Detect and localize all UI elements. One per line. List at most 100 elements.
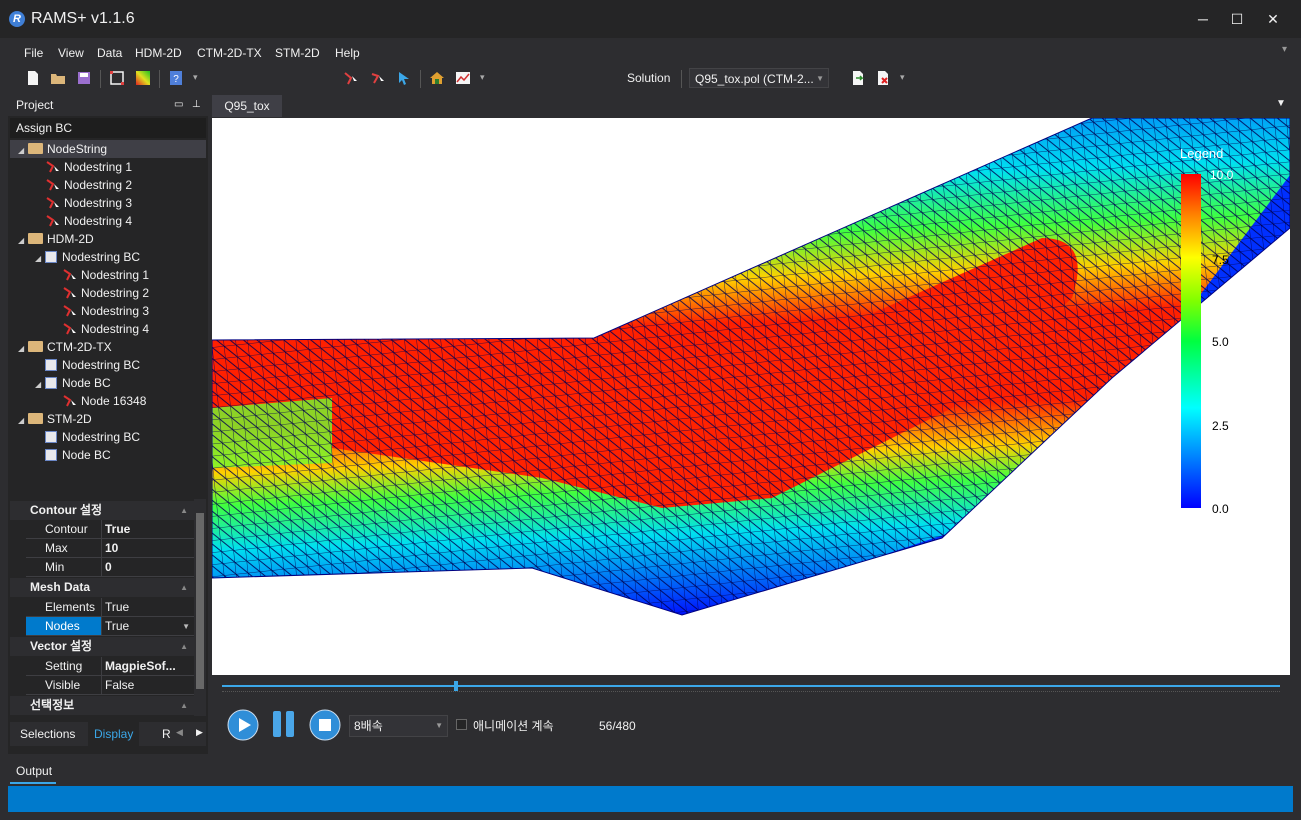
bc-list-icon: [45, 359, 57, 371]
timeline-track[interactable]: [222, 685, 1280, 687]
contour-plot[interactable]: [212, 118, 1290, 675]
delete-solution-icon[interactable]: [875, 70, 891, 86]
tree-item-nodestring-folder[interactable]: ◢ NodeString: [10, 140, 206, 158]
help-book-icon[interactable]: ?: [168, 70, 184, 86]
doc-tab-list-icon[interactable]: ▼: [1276, 98, 1286, 109]
collapse-icon[interactable]: ▲: [180, 696, 188, 715]
collapse-icon[interactable]: ▲: [180, 637, 188, 656]
property-grid: Contour 설정 ▲ Contour True Max 10 Min 0 Mesh …: [10, 499, 194, 716]
category-mesh-data[interactable]: Mesh Data ▲: [10, 578, 194, 597]
speed-dropdown[interactable]: 8배속 ▼: [349, 715, 448, 737]
prop-setting[interactable]: Setting MagpieSof...: [26, 657, 194, 676]
output-tab[interactable]: Output: [16, 764, 52, 778]
prop-elements[interactable]: Elements True: [26, 598, 194, 617]
toolbar-overflow-icon[interactable]: ▾: [480, 72, 485, 83]
tree-item-nodestring-bc[interactable]: Nodestring BC: [45, 356, 140, 374]
contour-color-icon[interactable]: [135, 70, 151, 86]
tree-item-label: Node BC: [62, 376, 111, 390]
tab-scroll-right-icon[interactable]: ▶: [196, 727, 203, 738]
tree-item-node-bc[interactable]: ◢ Node BC: [35, 374, 111, 392]
category-vector[interactable]: Vector 설정 ▲: [10, 637, 194, 656]
tree-item-nodestring[interactable]: Nodestring 4: [46, 212, 132, 230]
category-selection-info[interactable]: 선택정보 ▲: [10, 696, 194, 715]
expander-icon[interactable]: ◢: [18, 232, 28, 250]
tree-item-ctm-2d-tx-folder[interactable]: ◢ CTM-2D-TX: [18, 338, 112, 356]
prop-max[interactable]: Max 10: [26, 539, 194, 558]
document-tab[interactable]: Q95_tox: [212, 95, 282, 117]
tree-item-label: HDM-2D: [47, 232, 94, 246]
prop-min[interactable]: Min 0: [26, 558, 194, 577]
pin-icon[interactable]: ⊥: [192, 94, 201, 116]
category-contour[interactable]: Contour 설정 ▲: [10, 501, 194, 520]
tree-item-nodestring[interactable]: Nodestring 2: [63, 284, 149, 302]
solution-dropdown[interactable]: Q95_tox.pol (CTM-2... ▼: [689, 68, 829, 88]
prop-visible[interactable]: Visible False: [26, 676, 194, 695]
tree-item-nodestring-bc[interactable]: Nodestring BC: [45, 428, 140, 446]
graph-icon[interactable]: [455, 70, 471, 86]
project-panel-header: Project ▭ ⊥: [8, 94, 208, 116]
tab-selections[interactable]: Selections: [20, 727, 75, 741]
tree-item-nodestring[interactable]: Nodestring 1: [46, 158, 132, 176]
chevron-down-icon[interactable]: ▼: [182, 617, 190, 636]
menu-overflow-icon[interactable]: ▾: [1282, 44, 1287, 55]
menu-hdm-2d[interactable]: HDM-2D: [135, 46, 182, 60]
toolbar-separator: [420, 70, 421, 88]
play-icon[interactable]: [227, 709, 259, 741]
tab-r[interactable]: R: [162, 727, 171, 741]
tree-item-stm-2d-folder[interactable]: ◢ STM-2D: [18, 410, 92, 428]
tab-display[interactable]: Display: [88, 722, 140, 746]
tree-item-hdm-2d-folder[interactable]: ◢ HDM-2D: [18, 230, 94, 248]
nodestring-tool-icon[interactable]: [343, 70, 359, 86]
float-panel-icon[interactable]: ▭: [174, 94, 183, 116]
export-icon[interactable]: [850, 70, 866, 86]
tab-scroll-left-icon[interactable]: ◀: [176, 727, 183, 738]
home-view-icon[interactable]: [429, 70, 445, 86]
menu-help[interactable]: Help: [335, 46, 360, 60]
prop-value: True: [105, 522, 131, 536]
expander-icon[interactable]: ◢: [35, 376, 45, 394]
menu-file[interactable]: File: [24, 46, 43, 60]
timeline-slider-thumb[interactable]: [453, 681, 458, 691]
maximize-button[interactable]: ☐: [1220, 6, 1254, 32]
mesh-viewport[interactable]: Legend 10.0 7.5 5.0 2.5 0.0: [212, 118, 1290, 675]
toolbar-overflow-icon[interactable]: ▾: [193, 72, 198, 83]
tree-item-label: Nodestring BC: [62, 358, 141, 372]
expander-icon[interactable]: ◢: [18, 142, 28, 160]
open-folder-icon[interactable]: [50, 70, 66, 86]
tree-item-nodestring[interactable]: Nodestring 3: [63, 302, 149, 320]
new-file-icon[interactable]: [25, 70, 41, 86]
collapse-icon[interactable]: ▲: [180, 578, 188, 597]
window-title: RAMS+ v1.1.6: [31, 10, 135, 27]
pause-icon[interactable]: [270, 709, 298, 739]
collapse-icon[interactable]: ▲: [180, 501, 188, 520]
menu-stm-2d[interactable]: STM-2D: [275, 46, 320, 60]
expander-icon[interactable]: ◢: [18, 412, 28, 430]
tree-spacer: [10, 466, 206, 494]
scrollbar-thumb[interactable]: [196, 513, 204, 689]
expander-icon[interactable]: ◢: [18, 340, 28, 358]
select-nodestring-icon[interactable]: [370, 70, 386, 86]
property-scrollbar[interactable]: [194, 499, 206, 716]
menu-view[interactable]: View: [58, 46, 84, 60]
tree-item-nodestring[interactable]: Nodestring 1: [63, 266, 149, 284]
menu-ctm-2d-tx[interactable]: CTM-2D-TX: [197, 46, 262, 60]
toolbar-overflow-icon[interactable]: ▾: [900, 72, 905, 83]
pointer-tool-icon[interactable]: [396, 70, 412, 86]
save-icon[interactable]: [76, 70, 92, 86]
legend-tick: 2.5: [1212, 419, 1229, 433]
tree-item-nodestring[interactable]: Nodestring 4: [63, 320, 149, 338]
tree-item-nodestring[interactable]: Nodestring 3: [46, 194, 132, 212]
expander-icon[interactable]: ◢: [35, 250, 45, 268]
close-button[interactable]: ✕: [1256, 6, 1290, 32]
tree-item-nodestring-bc[interactable]: ◢ Nodestring BC: [35, 248, 140, 266]
mesh-frame-icon[interactable]: [109, 70, 125, 86]
minimize-button[interactable]: ─: [1186, 6, 1220, 32]
stop-icon[interactable]: [309, 709, 341, 741]
prop-contour[interactable]: Contour True: [26, 520, 194, 539]
tree-item-nodestring[interactable]: Nodestring 2: [46, 176, 132, 194]
tree-item-node-bc[interactable]: Node BC: [45, 446, 111, 464]
prop-nodes[interactable]: Nodes True ▼: [26, 617, 194, 636]
tree-item-node[interactable]: Node 16348: [63, 392, 146, 410]
continue-animation-checkbox[interactable]: [456, 719, 467, 730]
menu-data[interactable]: Data: [97, 46, 122, 60]
